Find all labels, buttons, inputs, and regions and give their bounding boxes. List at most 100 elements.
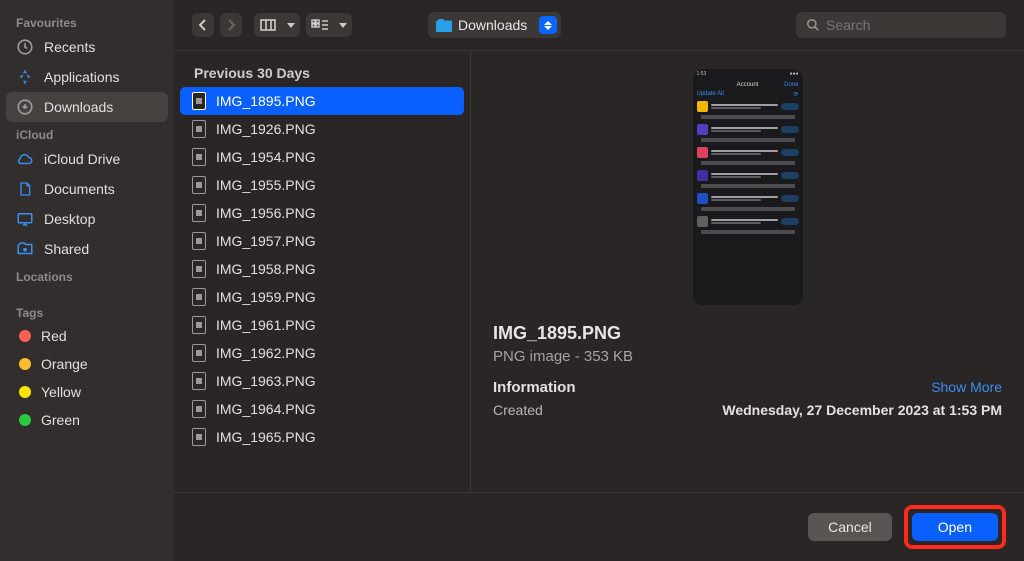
file-row[interactable]: IMG_1963.PNG [180,367,464,395]
file-name: IMG_1895.PNG [216,93,316,109]
file-name: IMG_1926.PNG [216,121,316,137]
file-row[interactable]: IMG_1895.PNG [180,87,464,115]
sidebar-item-downloads[interactable]: Downloads [6,92,168,122]
path-selector[interactable]: Downloads [428,12,561,38]
path-popup-icon[interactable] [539,16,557,34]
file-name: IMG_1956.PNG [216,205,316,221]
sidebar-item-label: Orange [41,356,88,372]
desktop-icon [16,210,34,228]
tag-dot-icon [19,386,31,398]
file-icon [192,120,206,138]
file-icon [192,316,206,334]
list-section-header: Previous 30 Days [174,61,470,87]
file-icon [192,260,206,278]
file-icon [192,176,206,194]
file-row[interactable]: IMG_1954.PNG [180,143,464,171]
file-icon [192,344,206,362]
group-dropdown-icon[interactable] [334,13,352,37]
file-icon [192,428,206,446]
file-row[interactable]: IMG_1964.PNG [180,395,464,423]
file-name: IMG_1957.PNG [216,233,316,249]
file-row[interactable]: IMG_1958.PNG [180,255,464,283]
path-label: Downloads [458,17,527,33]
preview-info-label: Information [493,379,576,396]
file-row[interactable]: IMG_1926.PNG [180,115,464,143]
document-icon [16,180,34,198]
sidebar-item-recents[interactable]: Recents [0,32,174,62]
tag-dot-icon [19,330,31,342]
file-row[interactable]: IMG_1956.PNG [180,199,464,227]
file-name: IMG_1958.PNG [216,261,316,277]
file-icon [192,92,206,110]
file-row[interactable]: IMG_1955.PNG [180,171,464,199]
applications-icon [16,68,34,86]
preview-created-value: Wednesday, 27 December 2023 at 1:53 PM [722,402,1002,418]
group-button[interactable] [306,13,334,37]
tag-dot-icon [19,358,31,370]
file-row[interactable]: IMG_1957.PNG [180,227,464,255]
preview-subtitle: PNG image - 353 KB [493,348,1002,365]
file-icon [192,232,206,250]
sidebar-item-label: Desktop [44,211,95,227]
file-name: IMG_1962.PNG [216,345,316,361]
file-name: IMG_1959.PNG [216,289,316,305]
sidebar-tag-red[interactable]: Red [0,322,174,350]
file-icon [192,372,206,390]
sidebar-section-locations: Locations [0,264,174,286]
file-icon [192,400,206,418]
sidebar-tag-orange[interactable]: Orange [0,350,174,378]
sidebar-item-desktop[interactable]: Desktop [0,204,174,234]
sidebar-item-label: iCloud Drive [44,151,120,167]
sidebar-section-icloud: iCloud [0,122,174,144]
sidebar-item-icloud-drive[interactable]: iCloud Drive [0,144,174,174]
nav-forward-button[interactable] [220,13,242,37]
sidebar-item-label: Green [41,412,80,428]
sidebar-item-label: Documents [44,181,115,197]
search-field[interactable] [796,12,1006,38]
search-input[interactable] [826,17,1007,33]
sidebar-item-label: Downloads [44,99,113,115]
sidebar-section-favourites: Favourites [0,10,174,32]
annotation-highlight: Open [904,505,1006,549]
cancel-button[interactable]: Cancel [808,513,892,541]
file-icon [192,148,206,166]
open-button[interactable]: Open [912,513,998,541]
file-icon [192,204,206,222]
search-icon [806,18,820,32]
sidebar-item-shared[interactable]: Shared [0,234,174,264]
folder-icon [436,19,452,32]
tag-dot-icon [19,414,31,426]
file-row[interactable]: IMG_1962.PNG [180,339,464,367]
preview-thumbnail: 1:53●●● AccountDone Update All⟳ [693,69,803,305]
sidebar-item-label: Yellow [41,384,81,400]
shared-folder-icon [16,240,34,258]
file-row[interactable]: IMG_1965.PNG [180,423,464,451]
clock-icon [16,38,34,56]
sidebar-section-tags: Tags [0,300,174,322]
preview-filename: IMG_1895.PNG [493,323,1002,344]
sidebar-item-label: Applications [44,69,120,85]
view-dropdown-icon[interactable] [282,13,300,37]
file-row[interactable]: IMG_1959.PNG [180,283,464,311]
view-columns-button[interactable] [254,13,282,37]
sidebar-tag-green[interactable]: Green [0,406,174,434]
nav-back-button[interactable] [192,13,214,37]
sidebar-item-applications[interactable]: Applications [0,62,174,92]
file-icon [192,288,206,306]
file-name: IMG_1964.PNG [216,401,316,417]
file-row[interactable]: IMG_1961.PNG [180,311,464,339]
file-name: IMG_1955.PNG [216,177,316,193]
sidebar-item-label: Shared [44,241,89,257]
show-more-link[interactable]: Show More [931,379,1002,395]
sidebar-tag-yellow[interactable]: Yellow [0,378,174,406]
preview-created-label: Created [493,402,543,418]
file-name: IMG_1965.PNG [216,429,316,445]
file-name: IMG_1963.PNG [216,373,316,389]
sidebar-item-documents[interactable]: Documents [0,174,174,204]
file-name: IMG_1954.PNG [216,149,316,165]
download-icon [16,98,34,116]
cloud-icon [16,150,34,168]
sidebar-item-label: Recents [44,39,95,55]
file-name: IMG_1961.PNG [216,317,316,333]
sidebar-item-label: Red [41,328,67,344]
